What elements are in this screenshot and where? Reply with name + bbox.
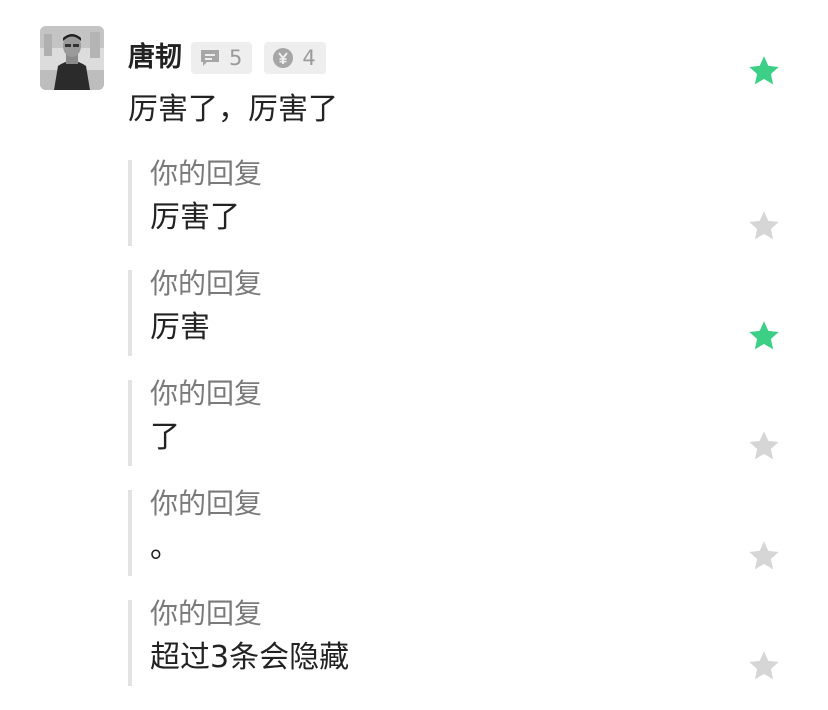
reply-label: 你的回复 xyxy=(150,487,263,520)
comment-bubble-icon xyxy=(201,50,219,66)
reply-text: 厉害 xyxy=(150,310,210,345)
comment-header: 唐韧 5 4 xyxy=(128,40,338,76)
avatar[interactable] xyxy=(40,26,104,90)
username[interactable]: 唐韧 xyxy=(128,40,182,76)
reply-label: 你的回复 xyxy=(150,157,263,190)
avatar-photo xyxy=(40,26,104,90)
comment-card: 唐韧 5 4 厉害了，厉害了 你的回复 厉害了 你的回复 厉害 你的回复 了 你… xyxy=(0,0,828,710)
star-icon[interactable] xyxy=(746,428,782,464)
reply-label: 你的回复 xyxy=(150,377,263,410)
reply-text: 厉害了 xyxy=(150,200,240,235)
reward-count-badge[interactable]: 4 xyxy=(264,42,326,74)
reply-label: 你的回复 xyxy=(150,267,263,300)
reply-item: 你的回复 厉害了 xyxy=(128,157,692,246)
reply-count: 5 xyxy=(229,46,243,70)
reply-text: 了 xyxy=(150,420,180,455)
reply-item: 你的回复 了 xyxy=(128,377,692,466)
reply-item: 你的回复 超过3条会隐藏 xyxy=(128,597,692,686)
reward-count: 4 xyxy=(302,46,316,70)
star-icon[interactable] xyxy=(746,318,782,354)
reply-text: 超过3条会隐藏 xyxy=(150,640,350,675)
star-icon[interactable] xyxy=(746,538,782,574)
star-icon[interactable] xyxy=(746,208,782,244)
reply-label: 你的回复 xyxy=(150,597,263,630)
star-icon[interactable] xyxy=(746,648,782,684)
reply-item: 你的回复 。 xyxy=(128,487,692,576)
reply-text: 。 xyxy=(150,530,180,565)
star-icon[interactable] xyxy=(746,53,782,89)
reply-count-badge[interactable]: 5 xyxy=(191,42,253,74)
reward-coin-icon xyxy=(273,48,294,68)
reply-item: 你的回复 厉害 xyxy=(128,267,692,356)
comment-text: 厉害了，厉害了 xyxy=(128,92,338,127)
